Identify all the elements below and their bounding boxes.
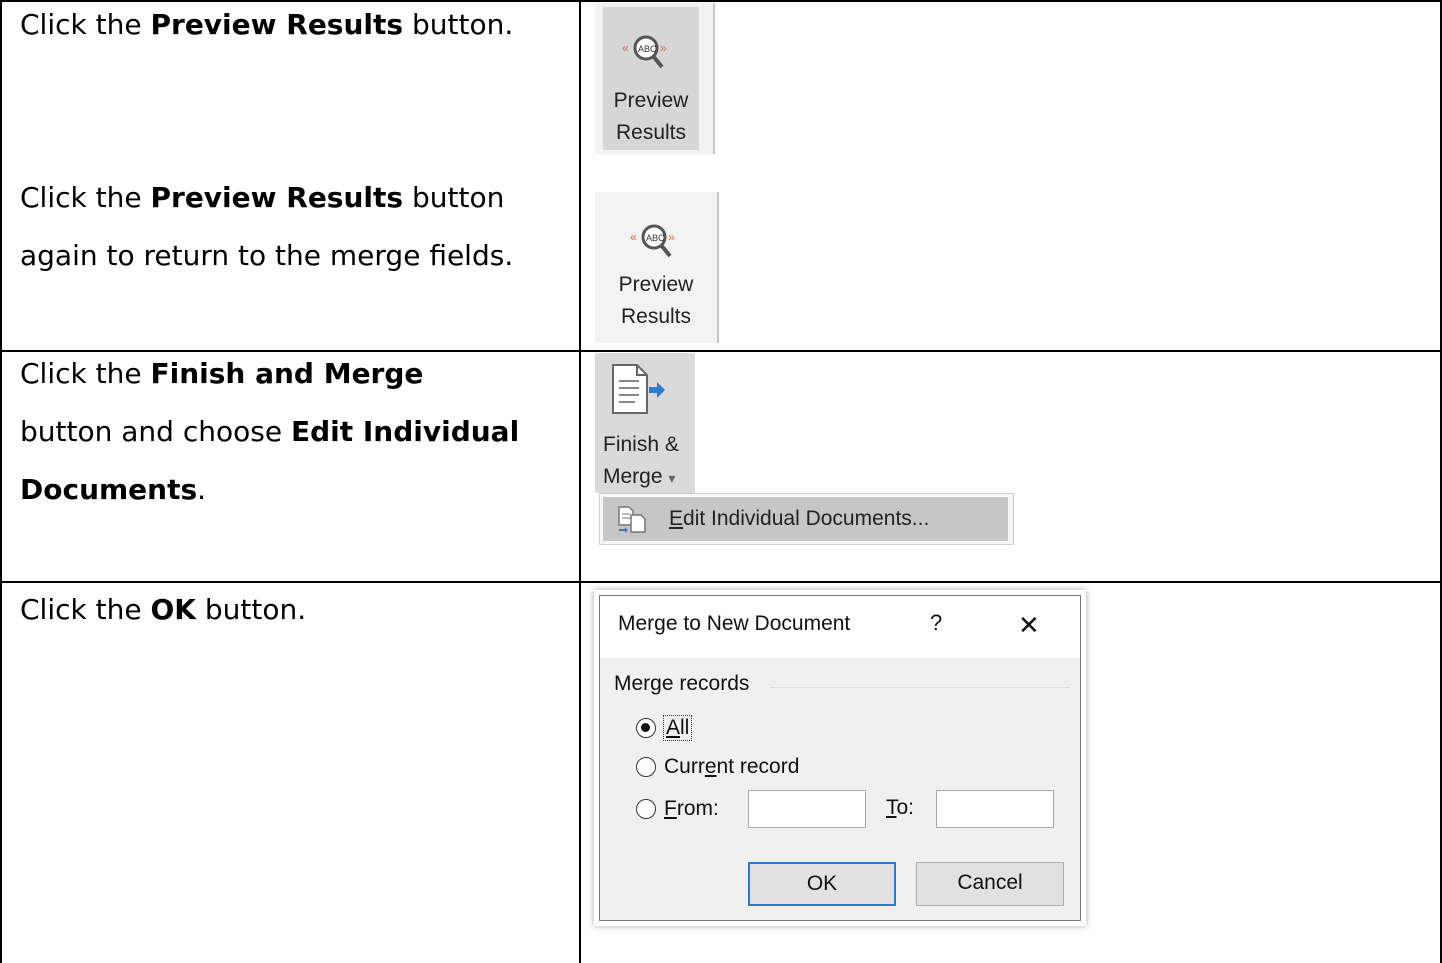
instruction-pre: Click the <box>20 181 151 214</box>
instruction-pre: Click the <box>20 593 151 626</box>
radio-from[interactable] <box>636 799 656 819</box>
radio-current-record-row[interactable]: Current record <box>636 752 799 782</box>
radio-from-label: From: <box>664 797 719 820</box>
radio-all[interactable] <box>636 718 656 738</box>
edit-documents-icon <box>618 506 646 533</box>
dialog-titlebar: Merge to New Document ? ✕ <box>600 596 1080 658</box>
merge-to-new-document-dialog: Merge to New Document ? ✕ Merge records … <box>594 590 1086 926</box>
button-label-line1: Finish & <box>603 433 679 456</box>
radio-current-record-label: Current record <box>664 755 800 778</box>
radio-all-row[interactable]: All <box>636 713 693 743</box>
button-label-line1: Preview <box>613 89 689 112</box>
cancel-button[interactable]: Cancel <box>916 862 1064 906</box>
svg-text:»: » <box>668 230 675 244</box>
merge-records-group-label: Merge records <box>614 672 750 695</box>
radio-all-label: All <box>662 715 693 741</box>
svg-text:ABC: ABC <box>638 44 657 54</box>
button-label-line1: Preview <box>618 273 694 296</box>
svg-text:«: « <box>622 41 629 55</box>
instruction-text: Click the Preview Results button. <box>20 0 565 54</box>
finish-merge-icon <box>612 364 665 414</box>
instruction-pre: Click the <box>20 357 151 390</box>
instruction-text: Click the Finish and Merge button and ch… <box>20 345 520 519</box>
dialog-title: Merge to New Document <box>618 612 851 635</box>
instruction-text: Click the Preview Results button again t… <box>20 169 520 285</box>
close-icon[interactable]: ✕ <box>1018 610 1040 641</box>
instruction-bold: Preview Results <box>150 181 404 214</box>
dialog-body: Merge to New Document ? ✕ Merge records … <box>599 595 1081 921</box>
finish-merge-button[interactable]: Finish & Merge ▾ <box>595 353 695 493</box>
instruction-post: button. <box>195 593 307 626</box>
menu-item-label: Edit Individual Documents... <box>669 507 930 530</box>
table-border-left <box>0 0 2 963</box>
radio-from-row[interactable]: From: <box>636 794 719 824</box>
instruction-table: Click the Preview Results button. Click … <box>0 0 1442 963</box>
preview-results-button[interactable]: « ABC » Preview Results <box>595 192 719 343</box>
svg-text:«: « <box>630 230 637 244</box>
table-column-divider <box>579 0 581 963</box>
button-label-line2: Results <box>620 305 692 328</box>
preview-results-icon: « ABC » <box>622 35 667 69</box>
help-icon[interactable]: ? <box>930 610 942 636</box>
button-label-line2: Results <box>615 121 687 144</box>
radio-current-record[interactable] <box>636 757 656 777</box>
svg-text:ABC: ABC <box>646 233 665 243</box>
instruction-pre: Click the <box>20 8 151 41</box>
button-label-line2: Merge ▾ <box>603 461 675 494</box>
instruction-bold: Preview Results <box>150 8 404 41</box>
instruction-post: . <box>197 473 207 506</box>
instruction-text: Click the OK button. <box>20 581 565 639</box>
menu-item-edit-individual-documents[interactable]: Edit Individual Documents... <box>603 497 1008 541</box>
group-divider <box>770 687 1070 688</box>
to-label: To: <box>886 796 915 819</box>
to-input[interactable] <box>936 790 1054 828</box>
instruction-bold: OK <box>150 593 196 626</box>
instruction-bold: Finish and Merge <box>150 357 424 390</box>
chevron-down-icon: ▾ <box>668 470 676 486</box>
finish-merge-menu: Edit Individual Documents... <box>599 493 1014 545</box>
svg-text:»: » <box>660 41 667 55</box>
from-input[interactable] <box>748 790 866 828</box>
preview-results-icon: « ABC » <box>630 224 675 258</box>
instruction-post: button. <box>403 8 514 41</box>
ok-button[interactable]: OK <box>748 862 896 906</box>
merge-label: Merge <box>603 465 663 488</box>
preview-results-button[interactable]: « ABC » Preview Results <box>595 3 715 154</box>
instruction-mid: button and choose <box>20 415 291 448</box>
